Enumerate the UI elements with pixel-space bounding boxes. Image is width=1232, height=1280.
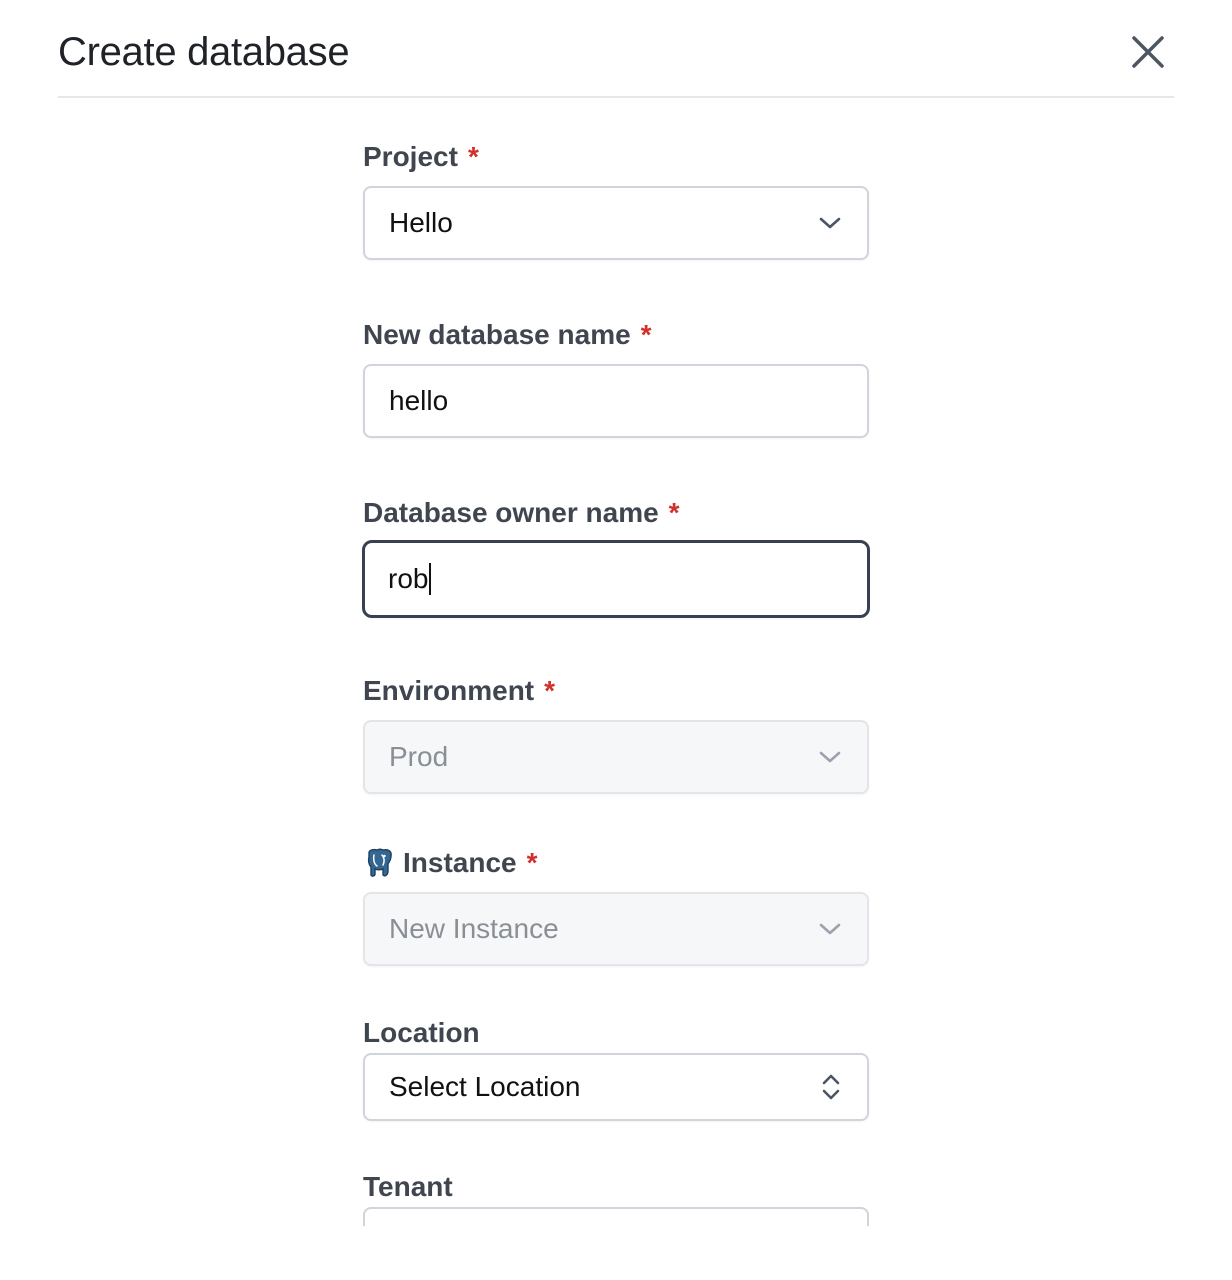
owner-name-input-value: rob [388, 563, 429, 594]
required-mark: * [668, 497, 680, 528]
tenant-field: Tenant [363, 1170, 869, 1226]
chevron-down-icon [819, 923, 841, 935]
create-database-dialog: Create database Project * Hello New data… [0, 0, 1232, 1280]
chevron-up-down-icon [822, 1074, 840, 1100]
tenant-label: Tenant [363, 1171, 453, 1202]
dialog-title: Create database [58, 30, 350, 74]
project-select[interactable]: Hello [363, 186, 869, 260]
environment-label: Environment * [363, 675, 556, 706]
database-name-input[interactable]: hello [363, 364, 869, 438]
location-field: Location Select Location [363, 1016, 869, 1121]
project-field: Project * Hello [363, 140, 869, 260]
instance-select-value: New Instance [389, 913, 559, 944]
required-mark: * [544, 675, 556, 706]
owner-name-input[interactable]: rob [362, 540, 870, 618]
project-select-value: Hello [389, 207, 453, 238]
dialog-header: Create database [58, 0, 1174, 98]
instance-field: Instance * New Instance [363, 846, 869, 966]
owner-name-label: Database owner name * [363, 497, 680, 528]
chevron-down-icon [819, 217, 841, 229]
instance-label: Instance * [363, 846, 869, 880]
location-select-value: Select Location [389, 1071, 581, 1102]
close-icon [1132, 36, 1164, 68]
required-mark: * [640, 319, 652, 350]
project-label: Project * [363, 141, 479, 172]
close-button[interactable] [1130, 34, 1166, 70]
database-name-input-value: hello [389, 385, 449, 416]
database-name-label: New database name * [363, 319, 652, 350]
location-label: Location [363, 1017, 480, 1048]
environment-field: Environment * Prod [363, 674, 869, 794]
tenant-select[interactable] [363, 1207, 869, 1226]
postgresql-elephant-icon [367, 848, 392, 877]
location-select[interactable]: Select Location [363, 1053, 869, 1121]
environment-select-value: Prod [389, 741, 449, 772]
database-name-field: New database name * hello [363, 318, 869, 438]
text-cursor [429, 563, 432, 595]
instance-select[interactable]: New Instance [363, 892, 869, 966]
environment-select[interactable]: Prod [363, 720, 869, 794]
required-mark: * [467, 141, 479, 172]
chevron-down-icon [819, 751, 841, 763]
required-mark: * [526, 847, 538, 878]
owner-name-field: Database owner name * rob [362, 496, 870, 618]
